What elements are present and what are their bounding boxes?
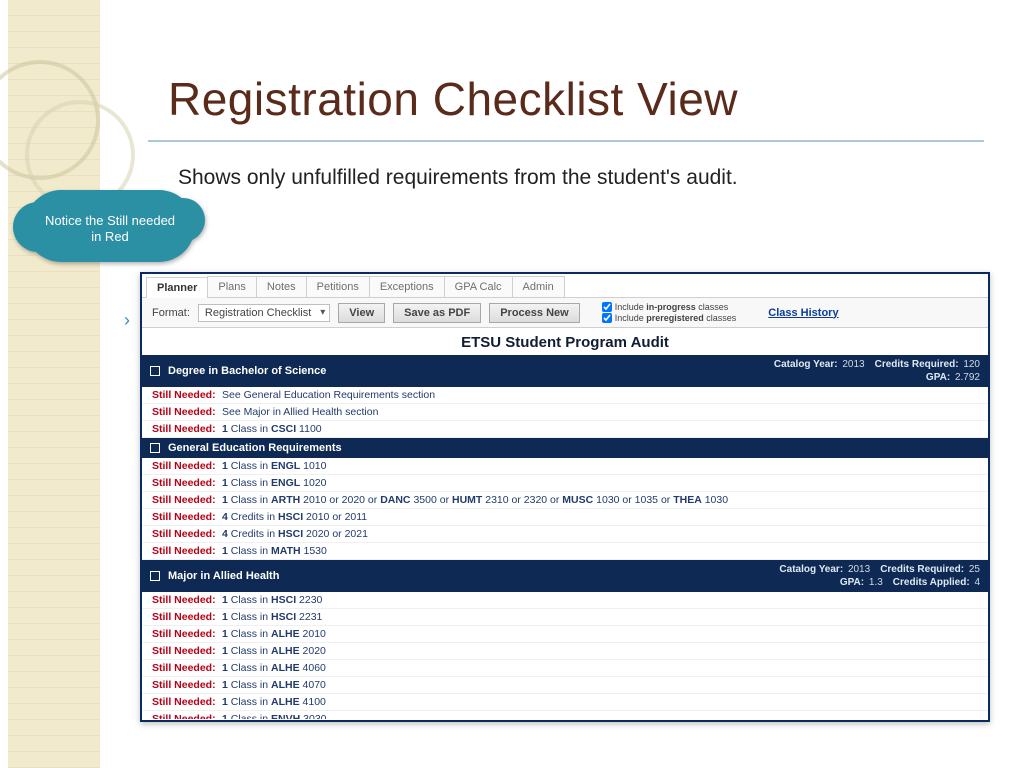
callout-cloud: Notice the Still needed in Red [25, 190, 195, 268]
checkbox-icon [150, 571, 160, 581]
still-needed-label: Still Needed: [152, 494, 222, 506]
requirement-row: Still Needed:1 Class in ALHE 4100 [142, 694, 988, 711]
audit-title: ETSU Student Program Audit [142, 328, 988, 355]
requirement-text: 4 Credits in HSCI 2020 or 2021 [222, 528, 368, 540]
still-needed-label: Still Needed: [152, 511, 222, 523]
still-needed-label: Still Needed: [152, 389, 222, 401]
tab-exceptions[interactable]: Exceptions [369, 276, 445, 297]
requirement-text: 1 Class in ALHE 2010 [222, 628, 326, 640]
stat: Credits Required: 120 [875, 359, 980, 370]
tab-petitions[interactable]: Petitions [306, 276, 370, 297]
tab-bar: PlannerPlansNotesPetitionsExceptionsGPA … [142, 274, 988, 298]
requirement-row: Still Needed:1 Class in MATH 1530 [142, 543, 988, 560]
requirement-text: 1 Class in ALHE 2020 [222, 645, 326, 657]
requirement-text: 4 Credits in HSCI 2010 or 2011 [222, 511, 367, 523]
requirement-text: 1 Class in ENGL 1020 [222, 477, 326, 489]
still-needed-label: Still Needed: [152, 406, 222, 418]
title-underline [148, 140, 984, 142]
requirement-text: 1 Class in ENVH 3030 [222, 713, 327, 719]
include-prereg-checkbox[interactable] [602, 313, 612, 323]
tab-gpa-calc[interactable]: GPA Calc [444, 276, 513, 297]
tab-plans[interactable]: Plans [207, 276, 257, 297]
requirement-row: Still Needed:See Major in Allied Health … [142, 404, 988, 421]
include-options: Include in-progress classes Include prer… [602, 302, 737, 323]
stat: GPA: 2.792 [926, 372, 980, 383]
section-title: Degree in Bachelor of Science [168, 365, 326, 377]
toolbar: Format: Registration Checklist View Save… [142, 298, 988, 328]
requirement-row: Still Needed:1 Class in ENGL 1010 [142, 458, 988, 475]
section-header[interactable]: Major in Allied Health Catalog Year: 2013… [142, 560, 988, 592]
requirement-row: Still Needed:1 Class in ENGL 1020 [142, 475, 988, 492]
requirement-text: 1 Class in CSCI 1100 [222, 423, 322, 435]
requirement-text: 1 Class in HSCI 2230 [222, 594, 322, 606]
still-needed-label: Still Needed: [152, 594, 222, 606]
still-needed-label: Still Needed: [152, 477, 222, 489]
requirement-text: 1 Class in ENGL 1010 [222, 460, 326, 472]
requirement-text: 1 Class in HSCI 2231 [222, 611, 322, 623]
requirement-row: Still Needed:1 Class in CSCI 1100 [142, 421, 988, 438]
requirement-row: Still Needed:1 Class in ALHE 4060 [142, 660, 988, 677]
still-needed-label: Still Needed: [152, 628, 222, 640]
requirement-row: Still Needed:4 Credits in HSCI 2010 or 2… [142, 509, 988, 526]
requirement-text: 1 Class in ALHE 4070 [222, 679, 326, 691]
still-needed-label: Still Needed: [152, 528, 222, 540]
format-label: Format: [152, 307, 190, 319]
still-needed-label: Still Needed: [152, 645, 222, 657]
slide-subtitle: Shows only unfulfilled requirements from… [178, 166, 738, 190]
format-dropdown[interactable]: Registration Checklist [198, 304, 330, 322]
requirement-row: Still Needed:4 Credits in HSCI 2020 or 2… [142, 526, 988, 543]
requirement-row: Still Needed:1 Class in ALHE 2010 [142, 626, 988, 643]
checkbox-icon [150, 443, 160, 453]
view-button[interactable]: View [338, 303, 385, 323]
stat: GPA: 1.3 [840, 577, 883, 588]
audit-body: Degree in Bachelor of Science Catalog Yea… [142, 355, 988, 719]
slide-title: Registration Checklist View [168, 72, 738, 126]
tab-planner[interactable]: Planner [146, 277, 208, 298]
include-prereg-option[interactable]: Include preregistered classes [602, 313, 737, 323]
stat: Catalog Year: 2013 [779, 564, 870, 575]
decorative-ribbon [0, 0, 100, 768]
chevron-right-icon: › [124, 310, 130, 331]
still-needed-label: Still Needed: [152, 679, 222, 691]
section-title: Major in Allied Health [168, 570, 279, 582]
still-needed-label: Still Needed: [152, 713, 222, 719]
section-header[interactable]: Degree in Bachelor of Science Catalog Yea… [142, 355, 988, 387]
still-needed-label: Still Needed: [152, 545, 222, 557]
requirement-row: Still Needed:See General Education Requi… [142, 387, 988, 404]
still-needed-label: Still Needed: [152, 460, 222, 472]
stat: Credits Required: 25 [880, 564, 980, 575]
stat: Catalog Year: 2013 [774, 359, 865, 370]
checkbox-icon [150, 366, 160, 376]
requirement-row: Still Needed:1 Class in ALHE 4070 [142, 677, 988, 694]
save-pdf-button[interactable]: Save as PDF [393, 303, 481, 323]
include-inprogress-checkbox[interactable] [602, 302, 612, 312]
requirement-row: Still Needed:1 Class in HSCI 2230 [142, 592, 988, 609]
requirement-text: See Major in Allied Health section [222, 406, 378, 418]
still-needed-label: Still Needed: [152, 423, 222, 435]
stat: Credits Applied: 4 [893, 577, 980, 588]
section-header[interactable]: General Education Requirements [142, 438, 988, 458]
callout-text: Notice the Still needed in Red [25, 190, 195, 268]
tab-admin[interactable]: Admin [512, 276, 565, 297]
section-title: General Education Requirements [168, 442, 342, 454]
requirement-text: 1 Class in ALHE 4060 [222, 662, 326, 674]
audit-window: PlannerPlansNotesPetitionsExceptionsGPA … [140, 272, 990, 722]
requirement-row: Still Needed:1 Class in ENVH 3030 [142, 711, 988, 719]
include-inprogress-option[interactable]: Include in-progress classes [602, 302, 737, 312]
process-new-button[interactable]: Process New [489, 303, 579, 323]
still-needed-label: Still Needed: [152, 696, 222, 708]
requirement-text: See General Education Requirements secti… [222, 389, 435, 401]
tab-notes[interactable]: Notes [256, 276, 307, 297]
requirement-text: 1 Class in ALHE 4100 [222, 696, 326, 708]
class-history-link[interactable]: Class History [768, 307, 838, 319]
requirement-row: Still Needed:1 Class in HSCI 2231 [142, 609, 988, 626]
requirement-row: Still Needed:1 Class in ALHE 2020 [142, 643, 988, 660]
requirement-row: Still Needed:1 Class in ARTH 2010 or 202… [142, 492, 988, 509]
still-needed-label: Still Needed: [152, 611, 222, 623]
still-needed-label: Still Needed: [152, 662, 222, 674]
requirement-text: 1 Class in ARTH 2010 or 2020 or DANC 350… [222, 494, 728, 506]
requirement-text: 1 Class in MATH 1530 [222, 545, 327, 557]
